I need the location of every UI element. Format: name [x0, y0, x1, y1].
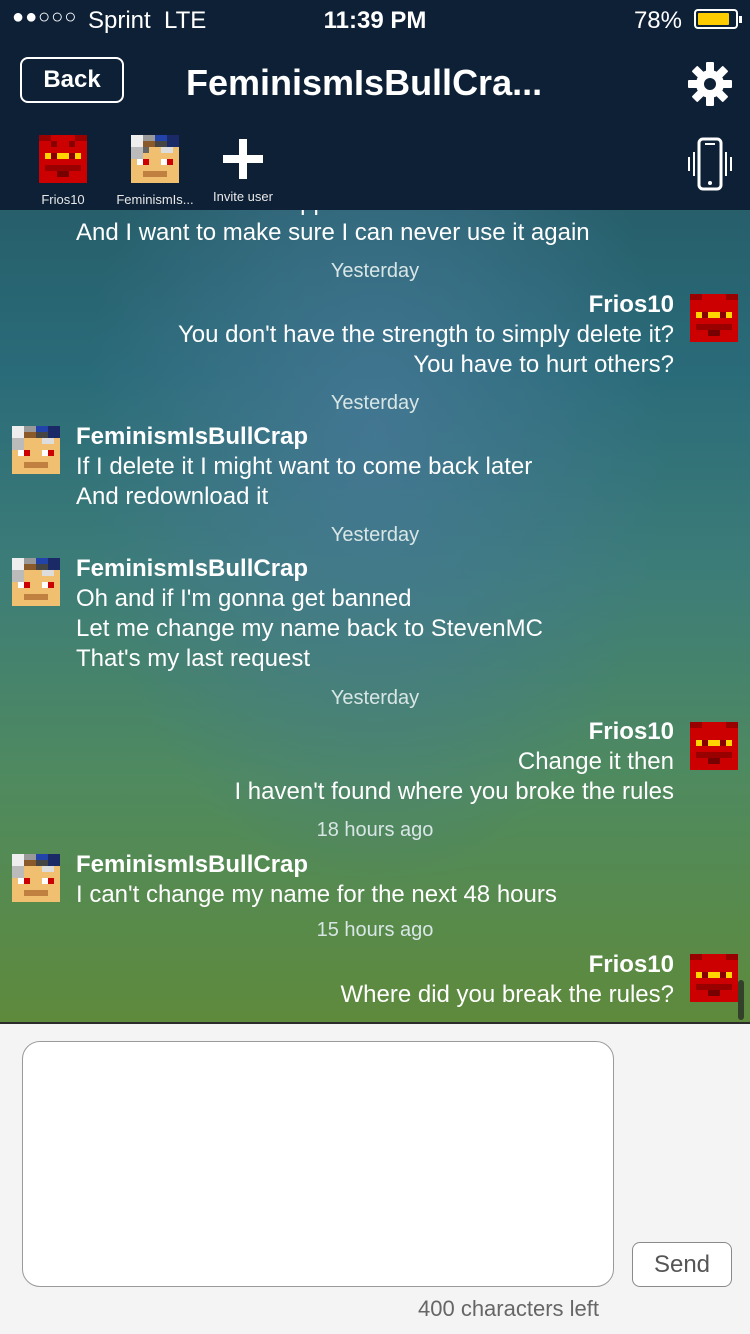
avatar-frios10: [39, 135, 87, 183]
vibrate-phone-icon[interactable]: [688, 136, 732, 192]
avatar-feminismisbullcrap[interactable]: [12, 854, 60, 902]
timestamp: Yesterday: [330, 687, 420, 709]
message-item: FeminismIsBullCrap I can't change my nam…: [76, 851, 557, 908]
message-item: FeminismIsBullCrap If I delete it I migh…: [76, 423, 533, 510]
sender-name: Frios10: [588, 951, 674, 978]
avatar-frios10[interactable]: [690, 294, 738, 342]
participants-bar: Frios10 FeminismIs... Invite user: [0, 128, 750, 210]
header: ●●○○○ Sprint LTE 11:39 PM 78% Back Femin…: [0, 0, 750, 210]
compose-area: Send 400 characters left: [0, 1024, 750, 1334]
timestamp: 15 hours ago: [316, 919, 434, 941]
battery-icon: [694, 9, 742, 29]
message-item: Frios10 You don't have the strength to s…: [177, 291, 674, 378]
message-item: Frios10 Change it then I haven't found w…: [234, 718, 674, 805]
send-button[interactable]: Send: [632, 1242, 732, 1287]
participant-frios10[interactable]: Frios10: [34, 128, 92, 207]
invite-user-button[interactable]: Invite user: [208, 128, 278, 204]
sender-name: FeminismIsBullCrap: [76, 851, 309, 878]
avatar-frios10[interactable]: [690, 722, 738, 770]
avatar-feminismisbullcrap[interactable]: [12, 426, 60, 474]
message-partial: Because I hate this app And I want to ma…: [76, 210, 590, 246]
chat-title: FeminismIsBullCra...: [186, 62, 543, 103]
message-list[interactable]: Because I hate this app And I want to ma…: [0, 210, 750, 1022]
participant-feminismisbullcrap[interactable]: FeminismIs...: [112, 128, 198, 207]
message-item: FeminismIsBullCrap Oh and if I'm gonna g…: [76, 555, 543, 672]
gear-icon[interactable]: [686, 60, 734, 108]
back-button[interactable]: Back: [20, 57, 124, 103]
sender-name: Frios10: [588, 718, 674, 745]
timestamp: Yesterday: [330, 260, 420, 282]
sender-name: FeminismIsBullCrap: [76, 423, 309, 450]
timestamp: Yesterday: [330, 392, 420, 414]
avatar-frios10[interactable]: [690, 954, 738, 1002]
avatar-feminismisbullcrap[interactable]: [12, 558, 60, 606]
characters-left-label: 400 characters left: [418, 1296, 599, 1321]
timestamp: 18 hours ago: [316, 819, 434, 841]
status-bar: ●●○○○ Sprint LTE 11:39 PM 78%: [0, 0, 750, 40]
message-input[interactable]: [22, 1041, 614, 1287]
avatar-feminismisbullcrap: [131, 135, 179, 183]
sender-name: FeminismIsBullCrap: [76, 555, 309, 582]
message-item: Frios10 Where did you break the rules?: [340, 951, 674, 1008]
battery-percent: 78%: [633, 7, 682, 34]
sender-name: Frios10: [588, 291, 674, 318]
plus-icon: [219, 135, 267, 183]
timestamp: Yesterday: [330, 524, 420, 546]
chat-scrollbar[interactable]: [738, 980, 744, 1020]
